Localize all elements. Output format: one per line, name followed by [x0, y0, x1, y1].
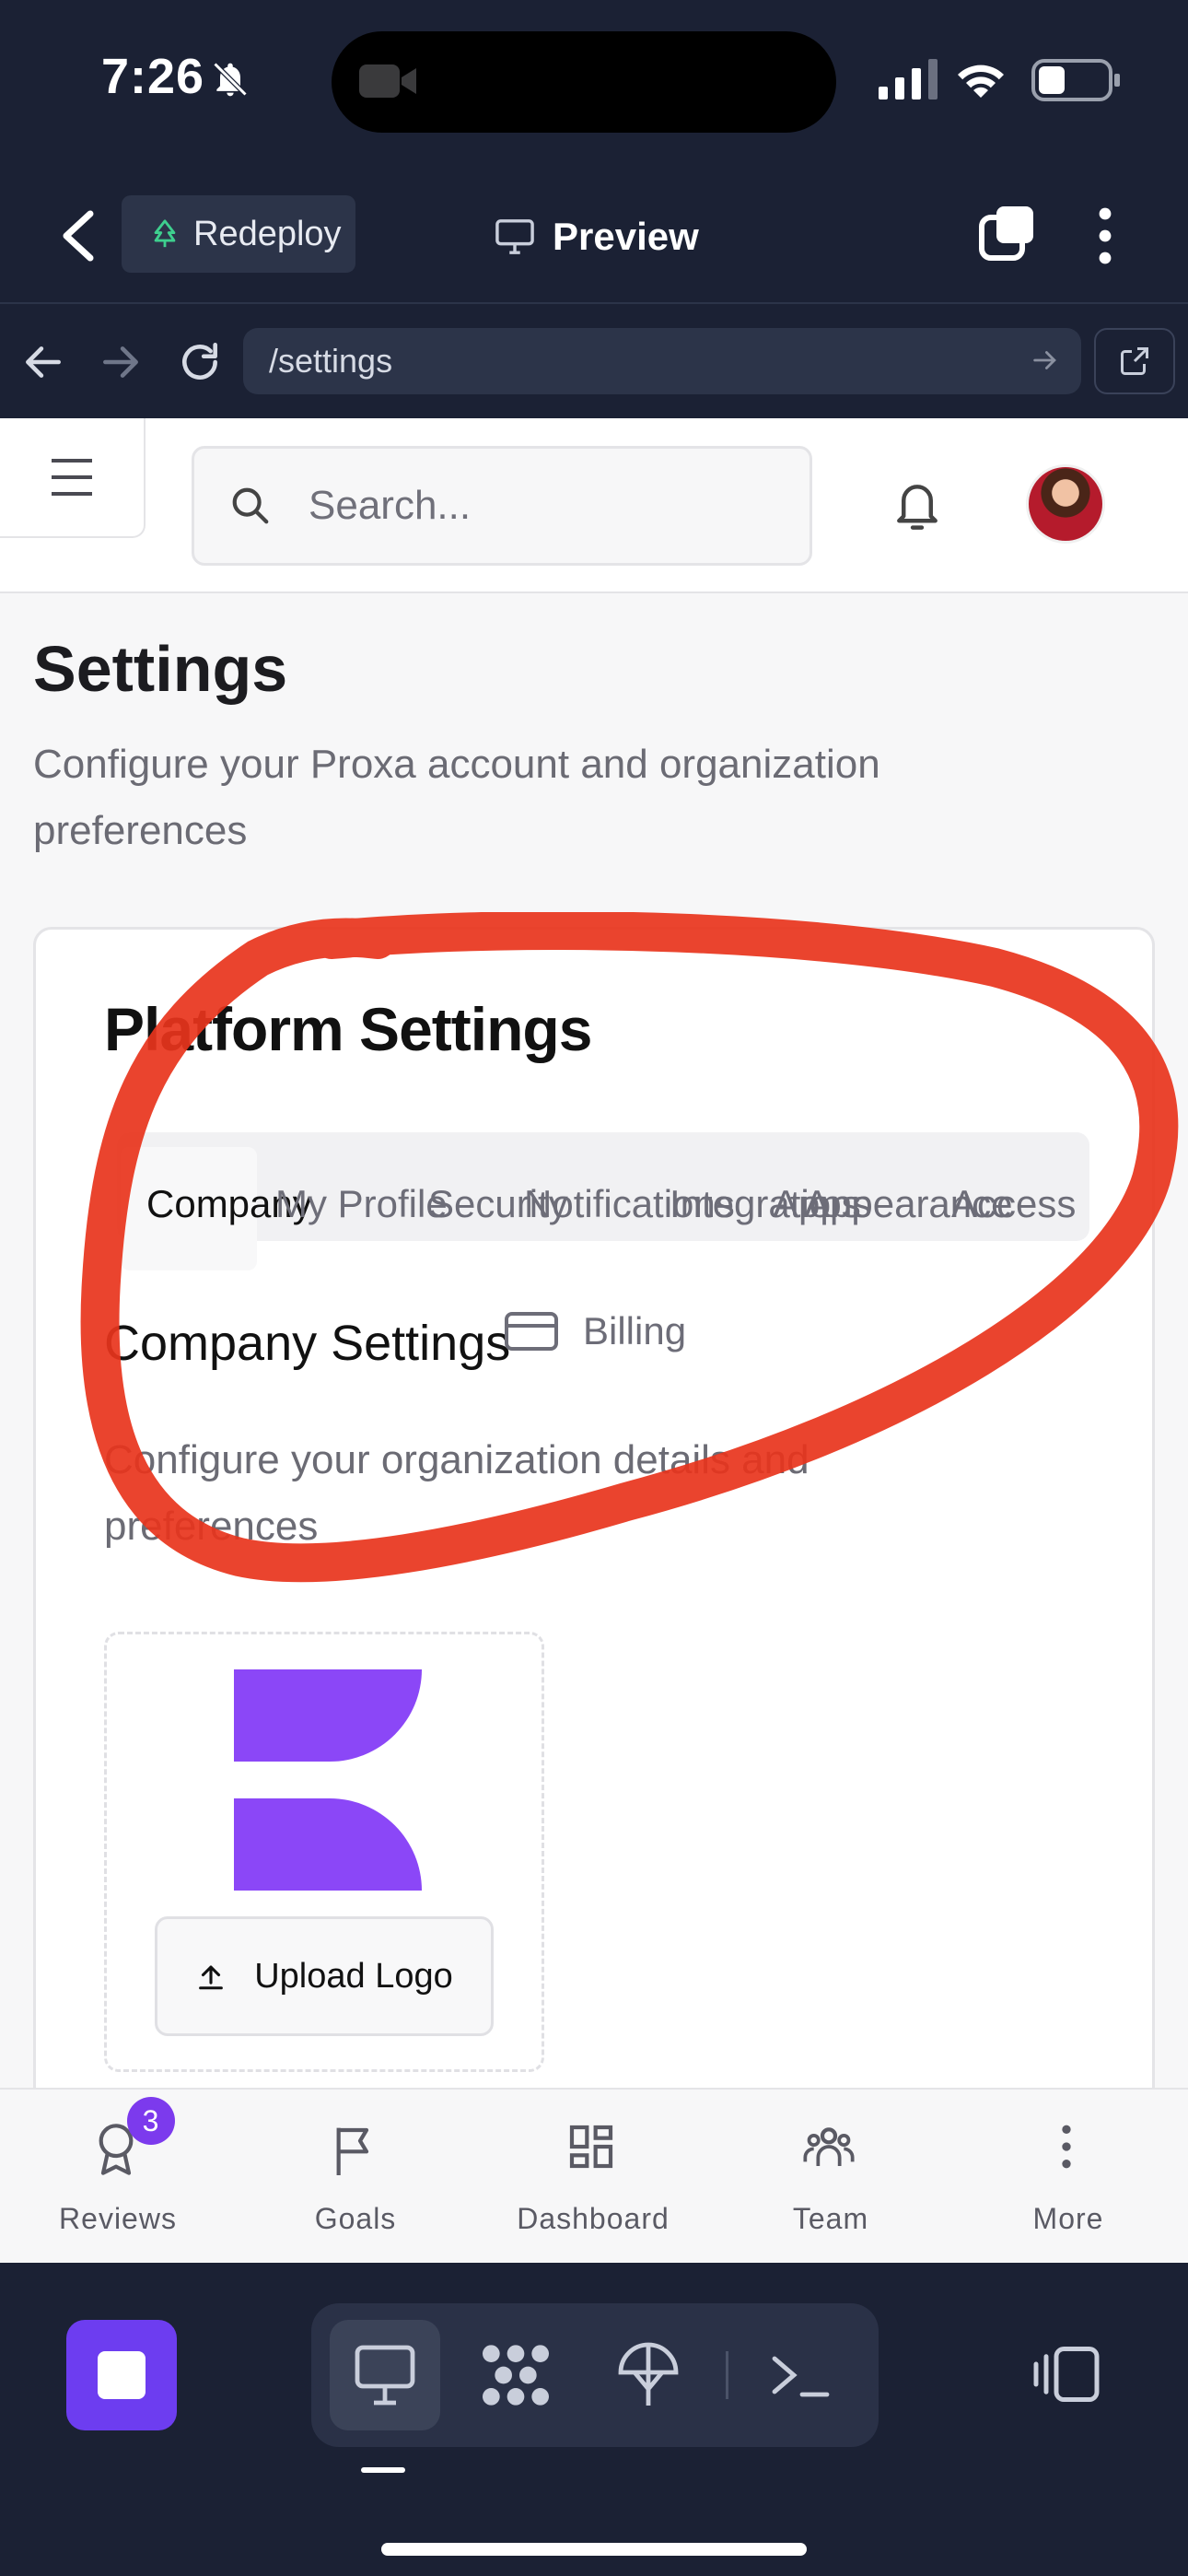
dashboard-icon — [569, 2125, 613, 2169]
nav-team[interactable]: Team — [729, 2090, 932, 2265]
nav-more-label: More — [1032, 2202, 1104, 2235]
active-view-underline — [361, 2467, 405, 2473]
preview-title[interactable]: Preview — [494, 205, 699, 269]
hamburger-icon — [52, 459, 92, 496]
nav-reviews[interactable]: 3 Reviews — [17, 2090, 219, 2265]
url-text: /settings — [269, 342, 393, 380]
settings-card: Platform Settings Company My Profile Sec… — [33, 927, 1155, 2088]
device-split-icon[interactable] — [1030, 2344, 1103, 2405]
arrow-right-icon[interactable] — [98, 339, 144, 385]
nav-team-label: Team — [792, 2202, 869, 2235]
stop-button[interactable] — [66, 2320, 177, 2430]
more-vertical-icon — [1062, 2125, 1071, 2169]
card-title: Platform Settings — [104, 995, 592, 1063]
tabs-icon[interactable] — [978, 205, 1037, 263]
preview-label: Preview — [553, 215, 699, 258]
app-header: Redeploy Preview — [0, 166, 1188, 304]
nav-reviews-label: Reviews — [59, 2202, 177, 2235]
company-logo — [234, 1669, 422, 1891]
battery-icon — [1031, 59, 1120, 101]
url-field[interactable]: /settings — [243, 328, 1081, 394]
signal-icon — [879, 59, 938, 100]
nav-goals-label: Goals — [314, 2202, 397, 2235]
flag-icon — [336, 2127, 369, 2175]
external-link-icon — [1121, 347, 1148, 375]
upload-icon — [199, 1965, 224, 1990]
upload-logo-button[interactable]: Upload Logo — [155, 1916, 494, 2036]
logo-dropzone[interactable]: Upload Logo — [104, 1632, 544, 2072]
status-bar: 7:26 — [0, 0, 1188, 166]
tree-icon — [154, 219, 176, 248]
nav-more[interactable]: More — [967, 2090, 1170, 2265]
team-icon — [803, 2127, 855, 2166]
bell-off-icon — [213, 62, 248, 97]
search-icon — [232, 487, 269, 524]
settings-tabs: Company My Profile Security Notification… — [117, 1132, 1089, 1270]
browser-bar: /settings — [0, 304, 1188, 418]
toolbar-divider — [726, 2351, 728, 2399]
bottom-nav: 3 Reviews Goals Dashboard Team More — [0, 2088, 1188, 2263]
grid-nodes-icon[interactable] — [479, 2338, 553, 2412]
status-time: 7:26 — [101, 49, 205, 104]
nav-goals[interactable]: Goals — [254, 2090, 457, 2265]
view-switcher — [311, 2303, 879, 2447]
bell-icon[interactable] — [890, 475, 945, 534]
terminal-icon[interactable] — [766, 2338, 833, 2412]
section-title: Company Settings — [104, 1316, 511, 1371]
camera-icon — [359, 64, 416, 98]
search-input[interactable] — [309, 483, 751, 529]
web-viewport: Settings Configure your Proxa account an… — [0, 418, 1188, 2088]
tab-my-profile[interactable]: My Profile — [275, 1182, 448, 1226]
avatar[interactable] — [1026, 464, 1105, 544]
deploy-tree-icon[interactable] — [615, 2338, 681, 2412]
nav-dashboard-label: Dashboard — [517, 2202, 670, 2235]
redeploy-label: Redeploy — [193, 214, 342, 253]
menu-button[interactable] — [0, 418, 146, 538]
search-box[interactable] — [192, 446, 812, 566]
dynamic-island — [332, 31, 836, 133]
redeploy-button[interactable]: Redeploy — [122, 195, 355, 273]
arrow-left-icon[interactable] — [20, 339, 66, 385]
home-indicator[interactable] — [381, 2543, 807, 2556]
open-external-button[interactable] — [1094, 328, 1175, 394]
editor-toolbar — [0, 2263, 1188, 2576]
page-title: Settings — [33, 633, 288, 705]
monitor-icon[interactable] — [352, 2338, 418, 2412]
tab-access[interactable]: Access — [951, 1182, 1076, 1226]
stop-icon — [98, 2351, 146, 2399]
more-vertical-icon[interactable] — [1087, 206, 1124, 265]
reload-icon[interactable] — [177, 339, 223, 385]
section-subtitle: Configure your organization details and … — [104, 1437, 809, 1549]
billing-label: Billing — [583, 1309, 687, 1352]
monitor-icon — [495, 219, 534, 254]
page-subtitle: Configure your Proxa account and organiz… — [33, 742, 880, 853]
credit-card-icon — [505, 1312, 558, 1351]
go-arrow-icon[interactable] — [1030, 345, 1061, 376]
nav-dashboard[interactable]: Dashboard — [492, 2090, 694, 2265]
tab-billing[interactable]: Billing — [504, 1309, 686, 1353]
upload-logo-label: Upload Logo — [254, 1956, 453, 1996]
back-chevron-icon[interactable] — [57, 208, 98, 263]
site-topbar — [0, 418, 1188, 593]
reviews-badge: 3 — [127, 2097, 175, 2145]
wifi-icon — [958, 64, 1004, 98]
